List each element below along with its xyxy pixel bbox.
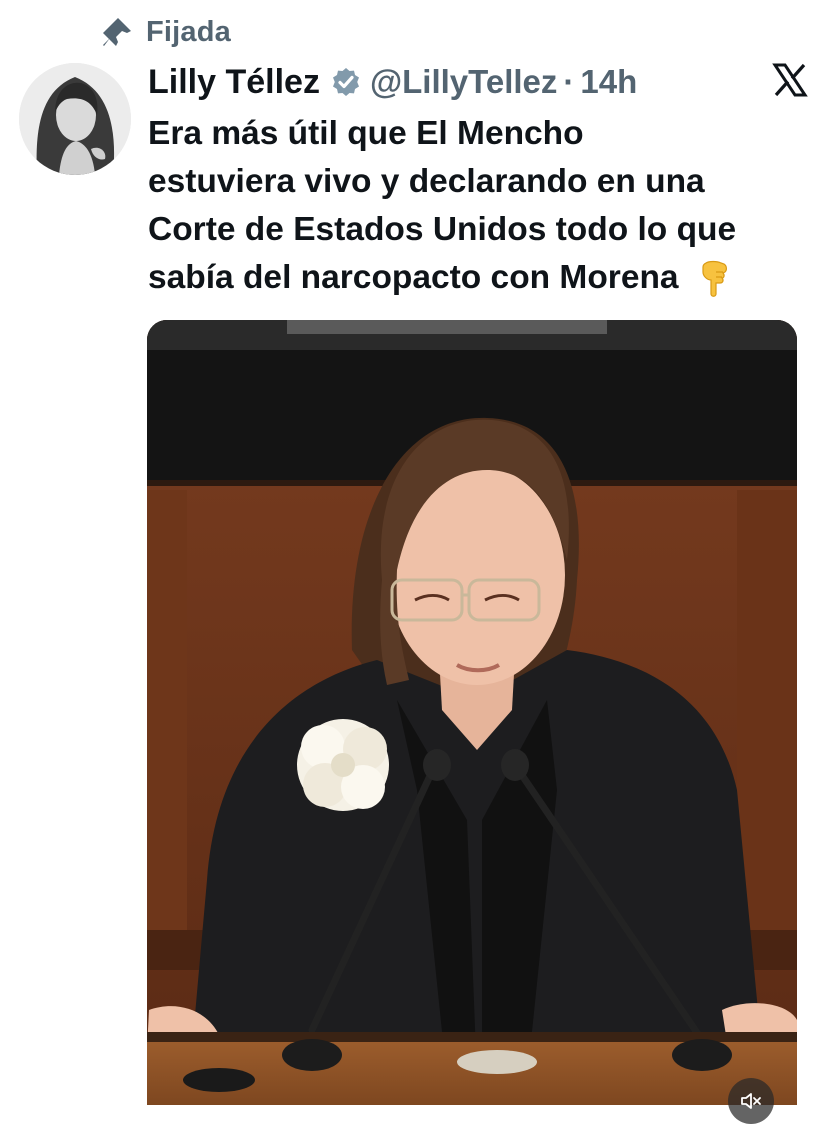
pinned-indicator: Fijada [100,12,231,52]
mute-toggle-button[interactable] [728,1078,774,1124]
avatar[interactable] [19,63,131,175]
speaker-muted-icon [741,1093,761,1109]
avatar-image [19,63,131,175]
separator-dot: · [563,63,575,100]
x-logo-icon [772,62,808,98]
pointing-down-hand-icon [697,260,731,298]
author-name[interactable]: Lilly Téllez [148,63,320,102]
tweet-line: sabía del narcopacto con Morena [148,259,679,296]
pinned-label: Fijada [146,15,231,48]
tweet-line: Era más útil que El Mencho [148,115,584,152]
video-player[interactable] [147,320,797,1105]
author-handle[interactable]: @LillyTellez [370,63,557,101]
tweet-text: Era más útil que El Mencho estuviera viv… [148,110,816,302]
post-time[interactable]: 14h [580,63,637,101]
video-frame [147,320,797,1105]
tweet-line: estuviera vivo y declarando en una [148,163,705,200]
tweet-line-last: sabía del narcopacto con Morena [148,254,816,302]
tweet-header: Lilly Téllez @LillyTellez · 14h [148,58,798,106]
verified-badge-icon [330,66,362,98]
tweet-line: Corte de Estados Unidos todo lo que [148,211,737,248]
pin-icon [100,15,134,49]
